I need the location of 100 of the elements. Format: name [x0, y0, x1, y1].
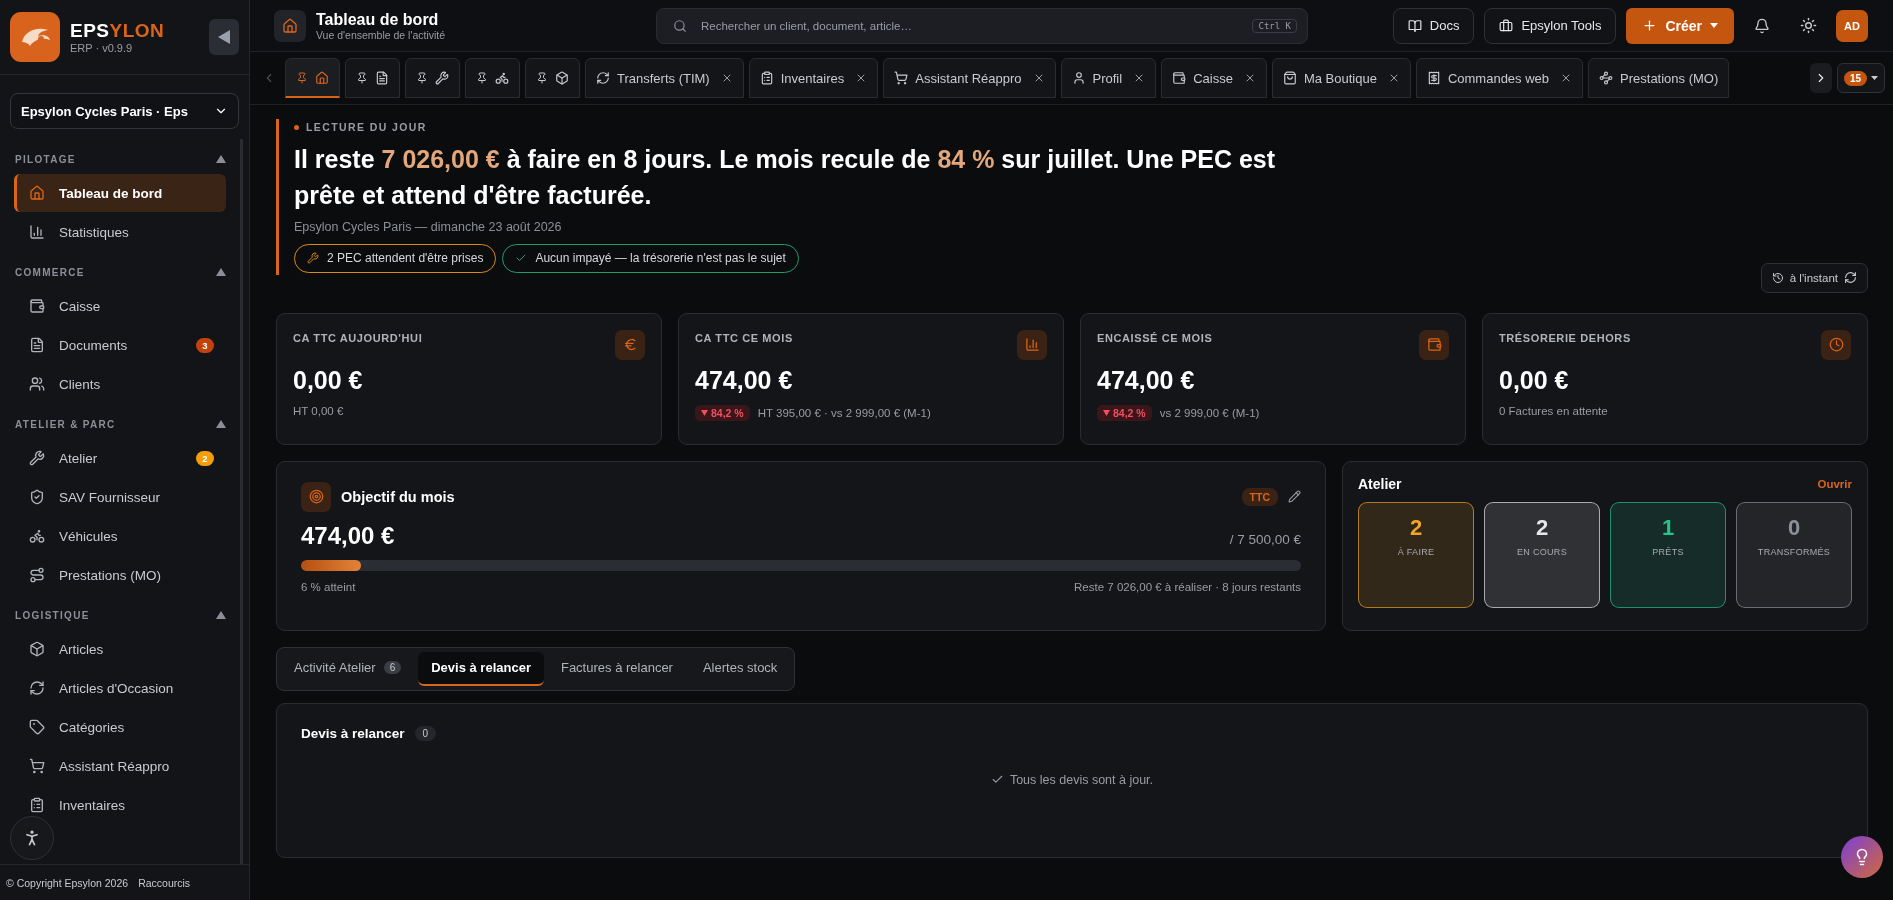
plus-icon [1642, 18, 1658, 33]
clipboard-icon [759, 71, 774, 85]
tab[interactable]: Commandes web [1415, 58, 1584, 98]
search-input[interactable]: Rechercher un client, document, article… [699, 18, 1241, 33]
nav-item[interactable]: Articles d'Occasion [14, 669, 226, 707]
cart-icon [894, 71, 909, 85]
status-tile[interactable]: 2 EN COURS [1484, 501, 1600, 608]
tools-button[interactable]: Epsylon Tools [1484, 7, 1617, 44]
tab[interactable] [345, 58, 400, 98]
pin-icon [416, 72, 428, 84]
wrench-icon [307, 252, 319, 264]
section-title: COMMERCE [15, 266, 85, 278]
ttc-tag: TTC [1241, 487, 1278, 506]
goal-value: 474,00 € [301, 521, 395, 550]
box-icon [555, 71, 569, 85]
headline: Il reste 7 026,00 € à faire en 8 jours. Le mois recule de 84 % sur juillet. Une PEC est prête et attend d'être facturée. [294, 144, 1277, 212]
tab-count-button[interactable]: 15 [1836, 63, 1885, 93]
bag-icon [1282, 71, 1297, 85]
workshop-title: Atelier [1358, 475, 1402, 492]
store-select[interactable]: Epsylon Cycles Paris · Eps [10, 93, 239, 129]
refresh-icon [29, 680, 45, 696]
tab[interactable] [465, 58, 520, 98]
kpi-value: 0,00 € [293, 365, 364, 395]
tile-count: 2 [1535, 514, 1549, 541]
collapse-icon[interactable] [216, 611, 226, 619]
tag-icon [29, 719, 45, 735]
status-tile[interactable]: 1 PRÊTS [1610, 501, 1726, 608]
delta-badge: 84,2 % [1097, 404, 1152, 421]
edit-icon[interactable] [1288, 490, 1301, 503]
count-badge: 2 [196, 450, 214, 466]
route-icon [29, 567, 45, 583]
create-button[interactable]: Créer [1626, 7, 1734, 44]
home-button[interactable] [274, 9, 306, 42]
section-title: ATELIER & PARC [15, 418, 116, 430]
nav-item[interactable]: Assistant Réappro [14, 747, 226, 785]
tab[interactable]: Assistant Réappro [883, 58, 1056, 98]
kpi-value: 474,00 € [695, 365, 794, 395]
tab[interactable]: Ma Boutique [1271, 58, 1411, 98]
tab[interactable] [405, 58, 460, 98]
nav-item[interactable]: Catégories [14, 708, 226, 746]
tab[interactable]: Activité Atelier 6 [281, 651, 415, 686]
nav-item[interactable]: Clients [14, 365, 226, 403]
search-icon [673, 18, 687, 33]
wrench-icon [29, 450, 45, 466]
kpi-subtext: HT 0,00 € [293, 404, 344, 417]
nav-item[interactable]: SAV Fournisseur [14, 478, 226, 516]
tab[interactable]: Factures à relancer [547, 651, 686, 686]
bell-icon [1754, 17, 1770, 34]
count-badge: 0 [414, 725, 437, 741]
tab[interactable]: Transferts (TIM) [585, 58, 744, 98]
collapse-icon[interactable] [216, 155, 226, 163]
triangle-left-icon [218, 30, 230, 44]
open-link[interactable]: Ouvrir [1817, 477, 1852, 490]
search-field[interactable]: Rechercher un client, document, article… Ctrl K [656, 7, 1308, 44]
page-subtitle: Vue d'ensemble de l'activité [316, 28, 447, 41]
shortcuts-link[interactable]: Raccourcis [138, 876, 191, 889]
tab[interactable]: Profil [1060, 58, 1157, 98]
wallet-icon [1419, 329, 1449, 360]
tab[interactable]: Devis à relancer [418, 651, 544, 686]
nav-item[interactable]: Inventaires [14, 786, 226, 824]
version-label: ERP · v0.9.9 [70, 42, 134, 54]
help-button[interactable] [1841, 836, 1883, 878]
nav-item[interactable]: Articles [14, 630, 226, 668]
nav-item[interactable]: Caisse [14, 287, 226, 325]
wrench-icon [435, 71, 449, 85]
collapse-button[interactable] [209, 19, 239, 55]
nav-item[interactable]: Documents 3 [14, 326, 226, 364]
status-tile[interactable]: 0 TRANSFORMÉS [1736, 501, 1852, 608]
user-avatar[interactable]: AD [1836, 9, 1868, 42]
delta-badge: 84,2 % [695, 404, 750, 421]
collapse-icon[interactable] [216, 420, 226, 428]
sun-icon [1799, 17, 1817, 34]
nav-item[interactable]: Tableau de bord [14, 174, 226, 212]
nav-item[interactable]: Prestations (MO) [14, 556, 226, 594]
goal-target: / 7 500,00 € [1229, 531, 1301, 547]
tile-label: PRÊTS [1652, 546, 1684, 557]
nav-item[interactable]: Statistiques [14, 213, 226, 251]
tab[interactable]: Caisse [1161, 58, 1267, 98]
tile-label: À FAIRE [1397, 546, 1435, 557]
docs-button[interactable]: Docs [1392, 7, 1475, 44]
count-badge: 3 [196, 337, 214, 353]
section-title: PILOTAGE [15, 153, 76, 165]
tab[interactable]: Alertes stock [689, 651, 791, 686]
tab[interactable]: Inventaires [748, 58, 879, 98]
tile-count: 0 [1787, 514, 1801, 541]
status-tile[interactable]: 2 À FAIRE [1358, 501, 1474, 608]
nav-item[interactable]: Véhicules [14, 517, 226, 555]
users-icon [29, 376, 45, 392]
tab[interactable] [285, 58, 340, 98]
scroll-right-button[interactable] [1809, 63, 1832, 93]
wallet-icon [1172, 71, 1187, 85]
home-icon [315, 70, 329, 85]
collapse-icon[interactable] [216, 268, 226, 276]
tab[interactable]: Prestations (MO) [1588, 58, 1730, 98]
tab[interactable] [525, 58, 580, 98]
refresh-button[interactable]: à l'instant [1760, 262, 1868, 293]
user-icon [1071, 71, 1086, 85]
nav-item[interactable]: Atelier 2 [14, 439, 226, 477]
tile-label: EN COURS [1517, 546, 1567, 557]
accessibility-button[interactable] [10, 816, 54, 860]
